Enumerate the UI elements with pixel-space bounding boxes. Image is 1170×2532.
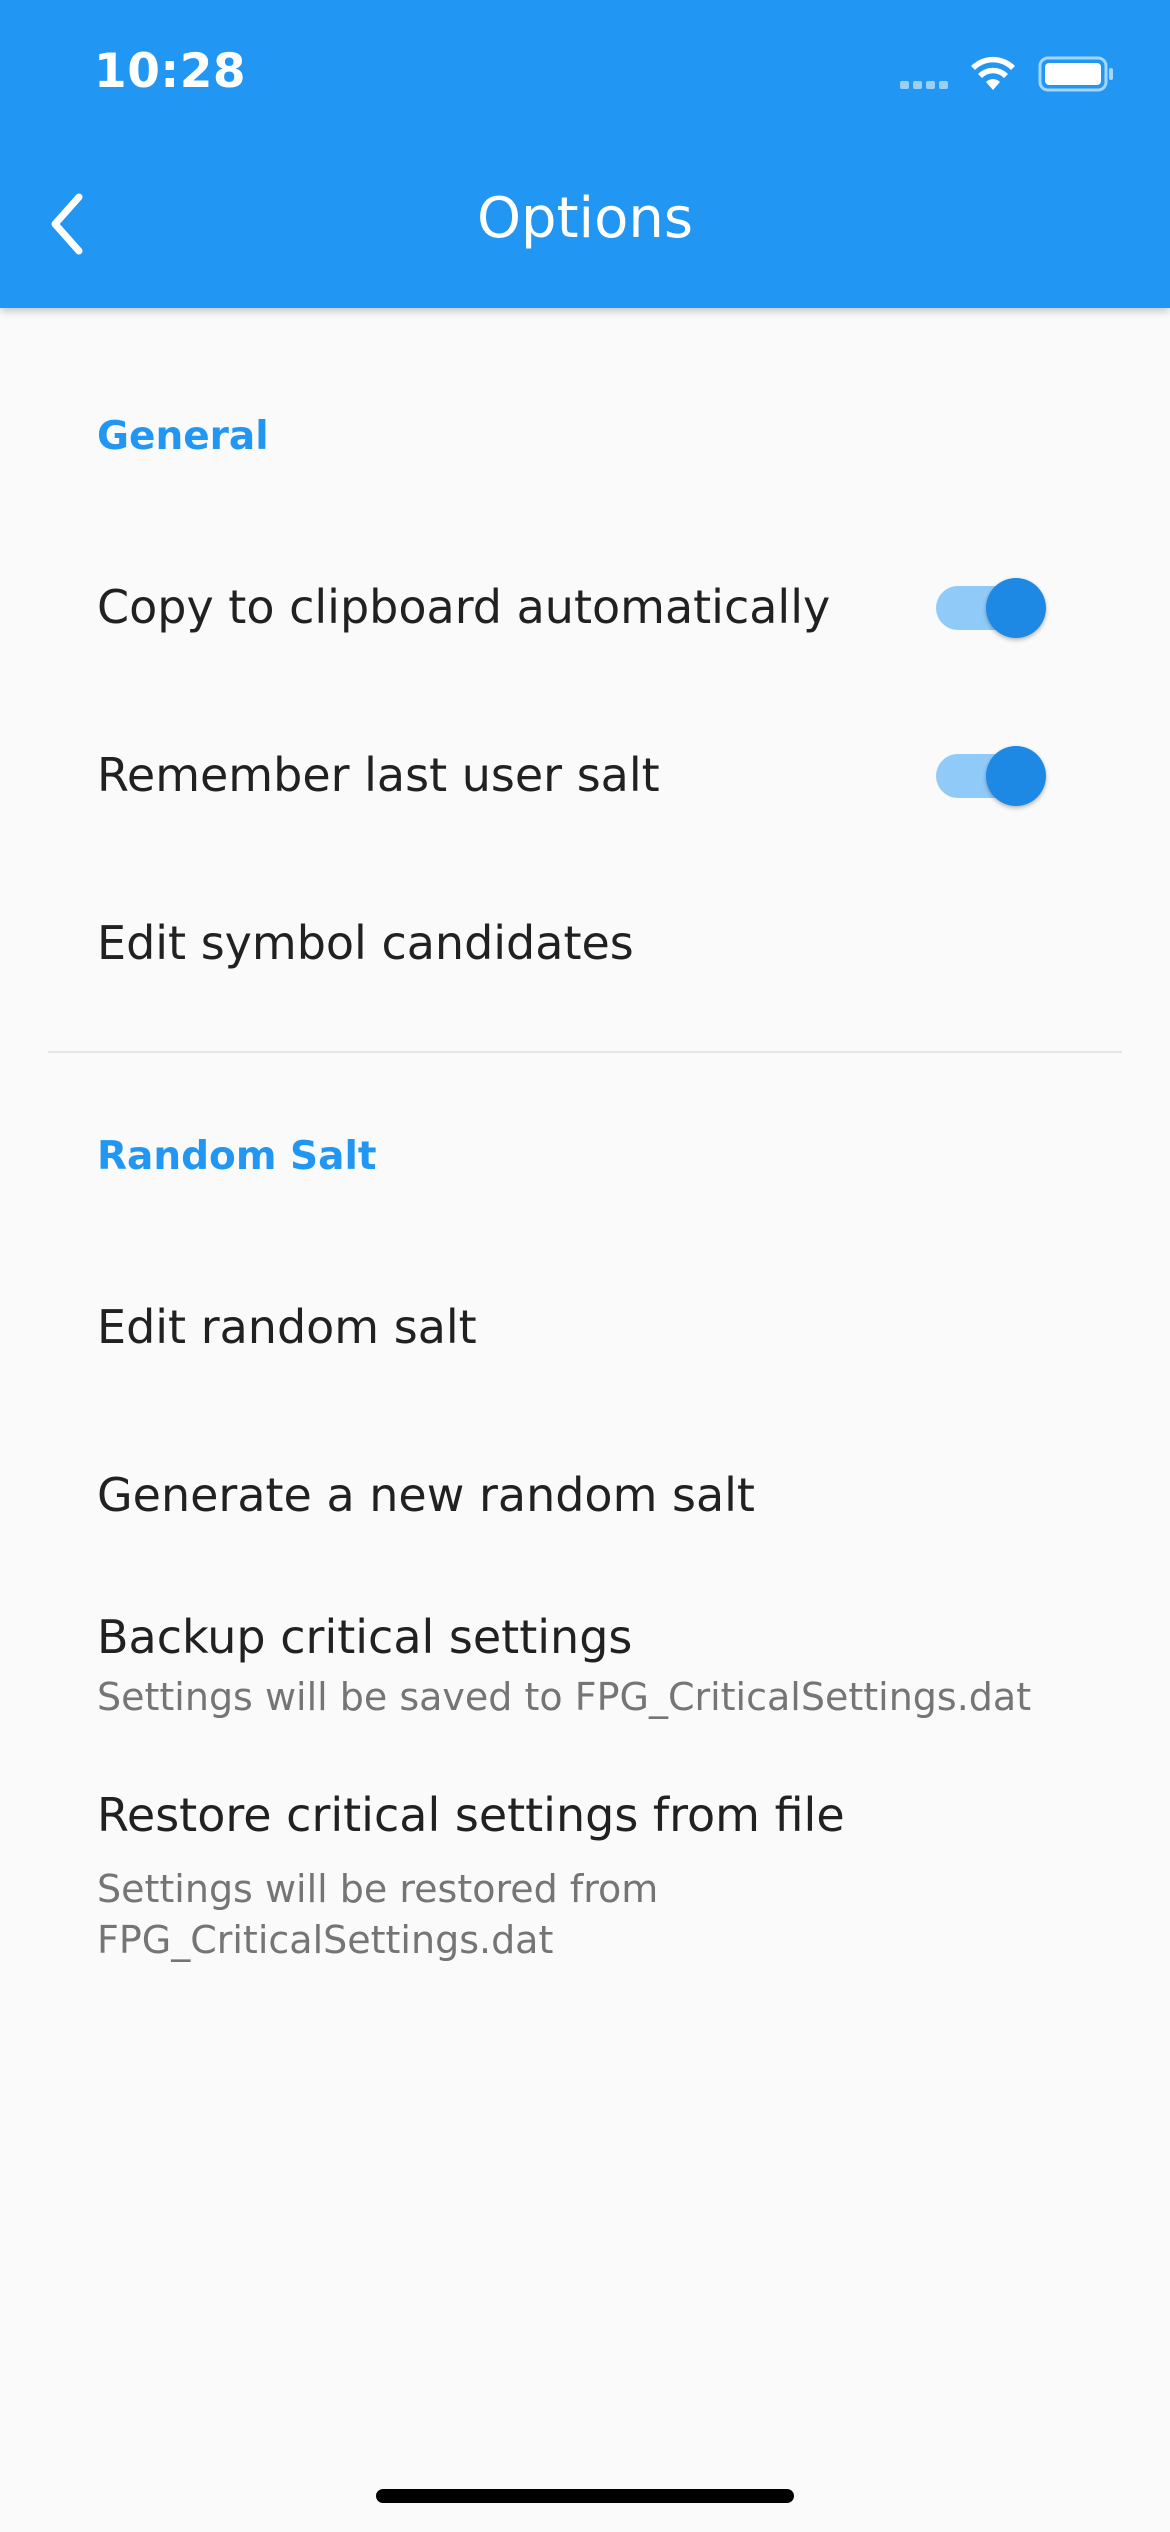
home-indicator [376, 2489, 794, 2503]
backup-settings-row[interactable]: Backup critical settings Settings will b… [0, 1610, 1170, 1760]
generate-random-salt-label: Generate a new random salt [97, 1468, 755, 1522]
copy-to-clipboard-label: Copy to clipboard automatically [97, 580, 831, 634]
backup-settings-label: Backup critical settings [97, 1610, 633, 1664]
edit-random-salt-label: Edit random salt [97, 1300, 477, 1354]
options-screen: 10:28 Options General Copy to clipboard … [0, 0, 1170, 2532]
status-time: 10:28 [94, 44, 247, 99]
copy-to-clipboard-switch[interactable] [936, 578, 1046, 638]
edit-symbol-candidates-row[interactable]: Edit symbol candidates [0, 876, 1170, 1016]
restore-settings-label: Restore critical settings from file [97, 1788, 845, 1842]
switch-thumb [986, 746, 1046, 806]
remember-salt-row[interactable]: Remember last user salt [0, 708, 1170, 848]
section-header-general: General [97, 414, 269, 459]
switch-thumb [986, 578, 1046, 638]
status-icons [900, 52, 1114, 96]
edit-symbol-candidates-label: Edit symbol candidates [97, 916, 634, 970]
restore-settings-row[interactable]: Restore critical settings from file Sett… [0, 1788, 1170, 1978]
battery-icon [1038, 56, 1113, 92]
generate-random-salt-row[interactable]: Generate a new random salt [0, 1428, 1170, 1568]
copy-to-clipboard-row[interactable]: Copy to clipboard automatically [0, 540, 1170, 680]
wifi-icon [971, 56, 1015, 90]
remember-salt-switch[interactable] [936, 746, 1046, 806]
edit-random-salt-row[interactable]: Edit random salt [0, 1260, 1170, 1400]
page-title: Options [476, 186, 694, 251]
app-bar: 10:28 Options [0, 0, 1170, 308]
restore-settings-subtitle: Settings will be restored from FPG_Criti… [97, 1867, 659, 1962]
section-divider [48, 1051, 1122, 1053]
remember-salt-label: Remember last user salt [97, 748, 660, 802]
section-header-random-salt: Random Salt [97, 1134, 377, 1179]
backup-settings-subtitle: Settings will be saved to FPG_CriticalSe… [97, 1675, 1032, 1719]
signal-icon [900, 59, 948, 89]
